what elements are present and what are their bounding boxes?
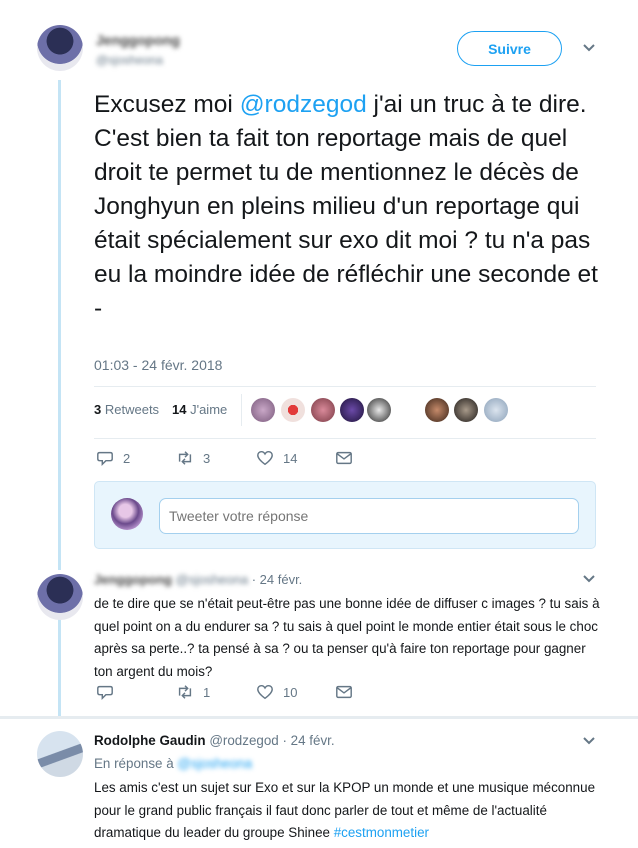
caret-down-icon[interactable] bbox=[580, 732, 598, 750]
follow-button[interactable]: Suivre bbox=[457, 31, 562, 66]
author-name[interactable]: Jenggopong bbox=[96, 32, 180, 48]
reply-header: Jenggopong @sjosheona · 24 févr. bbox=[94, 572, 302, 587]
likers-divider bbox=[241, 394, 242, 426]
retweet-icon bbox=[178, 451, 192, 465]
reply-input[interactable] bbox=[159, 498, 579, 534]
liker-avatar[interactable] bbox=[425, 398, 449, 422]
reply-action[interactable]: 2 bbox=[96, 449, 130, 467]
retweet-count: 3 bbox=[203, 450, 211, 466]
retweet-action[interactable]: 3 bbox=[176, 449, 210, 467]
retweets-label: Retweets bbox=[104, 402, 160, 417]
reply-time[interactable]: · 24 févr. bbox=[252, 572, 303, 587]
reply-action[interactable] bbox=[96, 683, 114, 701]
reply-icon bbox=[97, 451, 113, 467]
retweet-icon bbox=[178, 685, 192, 699]
timestamp[interactable]: 01:03 - 24 févr. 2018 bbox=[94, 357, 222, 373]
divider bbox=[94, 386, 596, 387]
author-handle[interactable]: @rodzegod bbox=[209, 733, 278, 748]
likes-count: 14 bbox=[172, 402, 187, 417]
likes-label: J'aime bbox=[190, 402, 228, 417]
reply-header: Rodolphe Gaudin @rodzegod · 24 févr. bbox=[94, 733, 335, 748]
in-reply-prefix: En réponse à bbox=[94, 756, 174, 771]
retweet-count: 1 bbox=[203, 684, 211, 700]
retweet-action[interactable]: 1 bbox=[176, 683, 210, 701]
heart-icon bbox=[257, 450, 273, 466]
mention-link[interactable]: @rodzegod bbox=[240, 91, 367, 118]
avatar bbox=[111, 498, 143, 530]
caret-down-icon[interactable] bbox=[580, 570, 598, 588]
tweet-text: Excusez moi @rodzegod j'ai un truc à te … bbox=[94, 88, 609, 326]
reply-count: 2 bbox=[123, 450, 131, 466]
tweet-text-rest: j'ai un truc à te dire. C'est bien ta fa… bbox=[94, 91, 598, 322]
avatar[interactable] bbox=[37, 731, 83, 777]
reply-time[interactable]: · 24 févr. bbox=[282, 733, 334, 748]
liker-avatar[interactable] bbox=[454, 398, 478, 422]
avatar[interactable] bbox=[37, 574, 83, 620]
like-count: 14 bbox=[283, 450, 298, 466]
avatar[interactable] bbox=[37, 25, 83, 71]
message-icon bbox=[336, 451, 352, 465]
hashtag-link[interactable]: #cestmonmetier bbox=[334, 825, 429, 840]
liker-avatar[interactable] bbox=[311, 398, 335, 422]
reply-icon bbox=[97, 685, 113, 701]
heart-icon bbox=[257, 684, 273, 700]
thread-line-top bbox=[58, 80, 61, 570]
in-reply-handle[interactable]: @sjosheona bbox=[177, 756, 252, 771]
in-reply-to: En réponse à @sjosheona bbox=[94, 756, 252, 771]
liker-avatar[interactable] bbox=[367, 398, 391, 422]
liker-avatar[interactable] bbox=[484, 398, 508, 422]
like-count: 10 bbox=[283, 684, 298, 700]
reply-text: Les amis c'est un sujet sur Exo et sur l… bbox=[94, 777, 604, 845]
author-name[interactable]: Jenggopong bbox=[94, 572, 172, 587]
author-name[interactable]: Rodolphe Gaudin bbox=[94, 733, 206, 748]
thread-line-reply bbox=[58, 618, 61, 718]
author-handle[interactable]: @sjosheona bbox=[96, 53, 163, 67]
retweets-count: 3 bbox=[94, 402, 102, 417]
divider bbox=[94, 438, 596, 439]
caret-down-icon[interactable] bbox=[580, 39, 598, 57]
tweet-text-prefix: Excusez moi bbox=[94, 91, 240, 118]
like-action[interactable]: 10 bbox=[256, 683, 297, 701]
message-icon bbox=[336, 685, 352, 699]
liker-avatar[interactable] bbox=[281, 398, 305, 422]
reply-text: de te dire que se n'était peut-être pas … bbox=[94, 596, 600, 679]
author-handle[interactable]: @sjosheona bbox=[176, 572, 248, 587]
message-action[interactable] bbox=[335, 449, 353, 467]
likes-stat[interactable]: 14 J'aime bbox=[172, 402, 227, 417]
liker-avatar[interactable] bbox=[251, 398, 275, 422]
like-action[interactable]: 14 bbox=[256, 449, 297, 467]
message-action[interactable] bbox=[335, 683, 353, 701]
retweets-stat[interactable]: 3 Retweets bbox=[94, 402, 159, 417]
section-separator bbox=[0, 716, 638, 719]
liker-avatar[interactable] bbox=[340, 398, 364, 422]
